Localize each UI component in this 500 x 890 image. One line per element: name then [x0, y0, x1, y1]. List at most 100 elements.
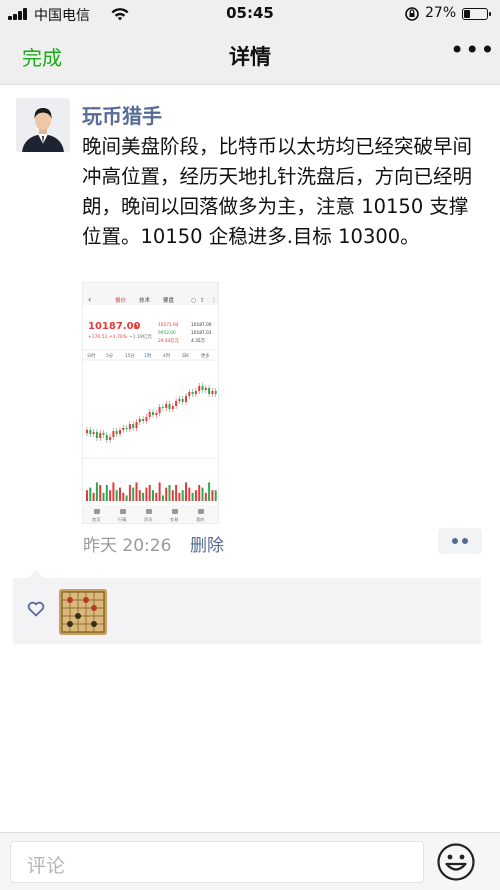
mini-volume-bar — [158, 482, 161, 501]
mini-volume-bar — [128, 485, 131, 501]
mini-period-tab: 5分 — [106, 352, 114, 359]
mini-volume-bar — [145, 487, 148, 501]
mini-stat-value: 10187.01 — [191, 330, 212, 336]
mini-volume-bar — [92, 492, 95, 501]
post-image[interactable]: ‹ ○ ⇧ ⋮ 报价 技术 要盘 10187.00 ▲ +170.51 +1.70%… — [82, 282, 219, 524]
like-comment-menu-button[interactable] — [438, 528, 482, 554]
mini-volume-bar — [208, 482, 211, 501]
mini-candle — [181, 399, 184, 402]
mini-candle — [125, 428, 128, 429]
author-name[interactable]: 玩币猎手 — [82, 100, 162, 129]
mini-volume-bar — [211, 490, 214, 501]
mini-volume-bar — [135, 482, 138, 501]
mini-volume-bar — [105, 485, 108, 501]
mini-candle — [204, 388, 207, 390]
mini-bottom-tab: 我的 — [196, 516, 204, 523]
mini-volume-bar — [198, 485, 201, 501]
comment-input[interactable]: 评论 — [10, 841, 424, 883]
mini-volume-bar — [115, 490, 118, 501]
mini-candle — [148, 412, 151, 417]
mini-volume-bar — [125, 495, 128, 501]
mini-volume-bar — [201, 487, 204, 501]
mini-tab: 报价 — [115, 296, 127, 304]
mini-stat-value: 29.44亿元 — [158, 337, 180, 344]
mini-candle — [188, 392, 191, 396]
mini-candle — [198, 386, 201, 391]
mini-candle — [95, 432, 98, 438]
chess-board-avatar-icon — [59, 589, 107, 635]
battery-icon — [462, 8, 491, 20]
mini-bottom-tab: 交易 — [170, 516, 178, 523]
mini-volume-bar — [122, 492, 125, 501]
post-text: 晚间美盘阶段，比特币以太坊均已经突破早间冲高位置，经历天地扎针洗盘后，方向已经明… — [82, 135, 473, 248]
likes-caret — [28, 570, 44, 578]
mini-bottom-tab-icon — [94, 509, 100, 514]
mini-period-tab: 日K — [182, 353, 189, 359]
mini-price-up-marker: ▲ — [134, 323, 139, 330]
avatar-portrait-icon — [16, 98, 70, 152]
mini-back-icon: ‹ — [88, 295, 91, 304]
mini-volume-bar — [142, 492, 145, 501]
mini-volume-bar — [89, 487, 92, 501]
mini-stat-value: 4.35万 — [191, 338, 206, 344]
mini-candle — [155, 413, 158, 415]
liker-avatar[interactable] — [59, 589, 107, 635]
mini-volume-bar — [95, 482, 98, 501]
mini-volume-bar — [112, 482, 115, 501]
mini-price: 10187.00 — [88, 321, 141, 332]
battery-percent: 27% — [425, 5, 457, 21]
mini-candle — [132, 424, 135, 428]
mini-volume-bar — [132, 487, 135, 501]
mini-bottom-tab-icon — [172, 509, 178, 514]
mini-volume-bar — [109, 490, 112, 501]
mini-volume-bar — [161, 495, 164, 501]
mini-volume-bar — [168, 485, 171, 501]
mini-change: +170.51 +1.70% — [88, 334, 128, 340]
mini-candle — [92, 432, 95, 434]
mini-candle — [158, 407, 161, 413]
mini-search-icon: ○ — [191, 297, 196, 304]
mini-tab: 技术 — [139, 296, 151, 304]
mini-volume-bar — [155, 492, 158, 501]
heart-icon — [27, 601, 45, 617]
mini-share-icon: ⇧ — [200, 297, 205, 304]
navigation-bar: 完成 详情 ••• — [0, 28, 500, 85]
mini-candle — [99, 433, 102, 438]
author-avatar[interactable] — [16, 98, 70, 152]
mini-bottom-tab-icon — [198, 509, 204, 514]
mini-volume-bar — [175, 485, 178, 501]
mini-volume-bar — [181, 490, 184, 501]
mini-candle — [89, 430, 92, 434]
mini-volume-bar — [188, 487, 191, 501]
mini-candle — [211, 391, 214, 394]
mini-volume-bar — [86, 490, 88, 501]
mini-volume-bar — [102, 492, 105, 501]
mini-candle — [102, 433, 105, 435]
mini-stat-value: 10271.94 — [158, 322, 179, 328]
mini-volume-bar — [214, 490, 217, 501]
rotation-lock-icon — [405, 7, 419, 21]
mini-volume-bar — [191, 492, 194, 501]
mini-stat-value: 9952.00 — [158, 330, 176, 336]
mini-period-tab: 4时 — [163, 352, 171, 359]
mini-candle — [152, 412, 154, 415]
mini-candle — [145, 417, 148, 421]
mini-menu-icon: ⋮ — [211, 297, 217, 304]
smiley-icon[interactable] — [436, 842, 476, 882]
mini-volume: ~1.19亿元 — [129, 333, 152, 340]
post-time: 昨天 20:26 — [83, 536, 172, 556]
mini-volume-bar — [165, 487, 168, 501]
more-dots-icon[interactable]: ••• — [450, 36, 495, 64]
mini-candle — [109, 437, 112, 440]
mini-period-tab: 1时 — [144, 352, 152, 359]
mini-candle — [128, 424, 131, 429]
mini-candle — [105, 435, 108, 440]
mini-period-tab: 15分 — [125, 352, 135, 359]
comment-placeholder: 评论 — [27, 855, 66, 877]
mini-candle — [86, 430, 88, 433]
mini-candle — [112, 431, 115, 437]
delete-link[interactable]: 删除 — [190, 531, 224, 556]
mini-volume-bar — [185, 482, 187, 501]
mini-volume-bar — [204, 492, 207, 501]
mini-volume-bar — [152, 490, 154, 501]
